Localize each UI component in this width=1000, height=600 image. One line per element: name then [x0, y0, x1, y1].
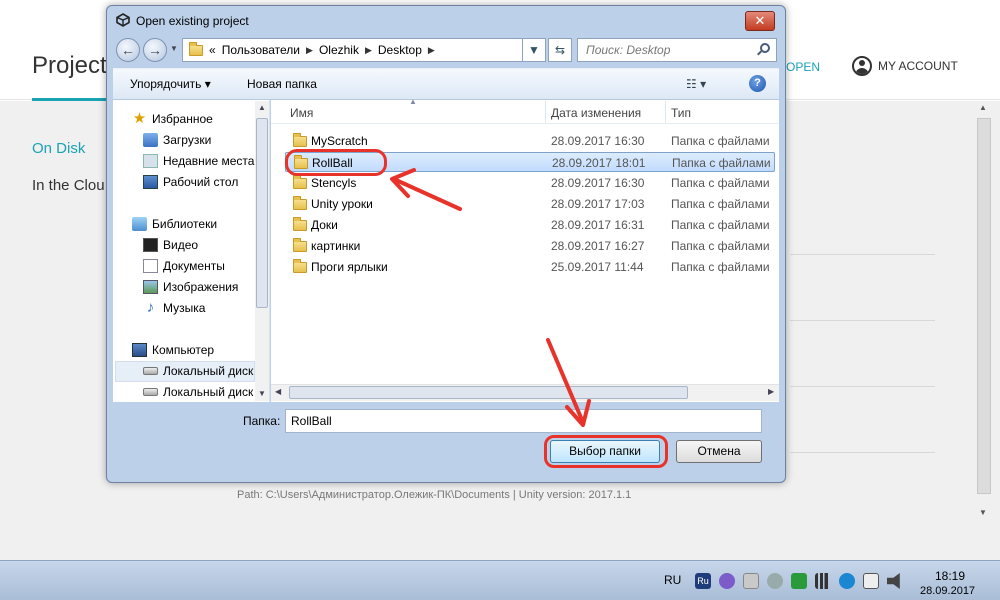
annotation-arrows — [390, 168, 591, 427]
